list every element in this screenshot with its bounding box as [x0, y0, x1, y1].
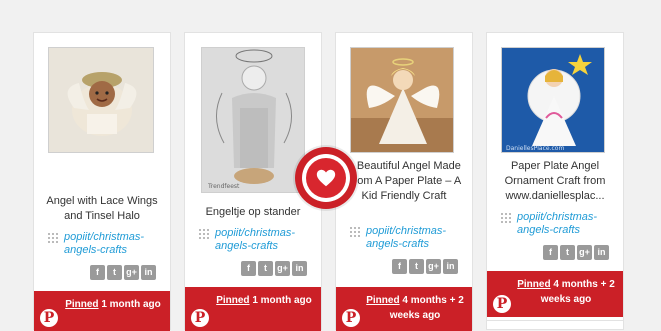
pinned-link[interactable]: Pinned — [517, 279, 550, 290]
board-grid-icon — [199, 229, 209, 239]
twitter-icon[interactable]: t — [560, 245, 575, 260]
linkedin-icon[interactable]: in — [443, 259, 458, 274]
pinned-status: Pinned 1 month ago — [62, 297, 164, 312]
pin-card: Angel with Lace Wings and Tinsel Halo po… — [33, 32, 171, 331]
svg-text:Trendfeest: Trendfeest — [207, 183, 240, 190]
pinterest-icon[interactable]: P — [493, 295, 511, 313]
social-buttons: f t g+ in — [241, 261, 307, 276]
googleplus-icon[interactable]: g+ — [577, 245, 592, 260]
pin-title[interactable]: A Beautiful Angel Made From A Paper Plat… — [344, 159, 464, 204]
pin-image[interactable] — [48, 47, 154, 153]
pinterest-icon[interactable]: P — [40, 309, 58, 327]
googleplus-icon[interactable]: g+ — [124, 265, 139, 280]
pinned-ago: 1 month ago — [252, 295, 312, 306]
svg-text:DaniellesPlace.com: DaniellesPlace.com — [506, 145, 564, 152]
pinned-link[interactable]: Pinned — [65, 299, 98, 310]
facebook-icon[interactable]: f — [543, 245, 558, 260]
board-grid-icon — [501, 213, 511, 223]
pin-title[interactable]: Paper Plate Angel Ornament Craft from ww… — [495, 159, 615, 204]
pinned-link[interactable]: Pinned — [366, 295, 399, 306]
pinned-status: Pinned 4 months + 2 weeks ago — [515, 277, 617, 307]
twitter-icon[interactable]: t — [409, 259, 424, 274]
pin-title[interactable]: Engeltje op stander — [193, 205, 313, 220]
pinned-status: Pinned 1 month ago — [213, 293, 315, 308]
heart-icon — [316, 169, 336, 187]
googleplus-icon[interactable]: g+ — [426, 259, 441, 274]
pinterest-icon[interactable]: P — [191, 309, 209, 327]
pin-card: DaniellesPlace.com Paper Plate Angel Orn… — [486, 32, 624, 330]
pinned-bar: P Pinned 4 months + 2 weeks ago — [336, 287, 472, 331]
pin-image[interactable]: Trendfeest — [201, 47, 305, 193]
pin-image[interactable]: DaniellesPlace.com — [501, 47, 605, 153]
pinned-bar: P Pinned 4 months + 2 weeks ago — [487, 271, 623, 317]
facebook-icon[interactable]: f — [392, 259, 407, 274]
pin-card-stub — [486, 320, 624, 330]
pin-title[interactable]: Angel with Lace Wings and Tinsel Halo — [42, 194, 162, 224]
facebook-icon[interactable]: f — [90, 265, 105, 280]
pinned-link[interactable]: Pinned — [216, 295, 249, 306]
board-grid-icon — [48, 233, 58, 243]
board-link[interactable]: popiit/christmas-angels-crafts — [350, 225, 468, 251]
social-buttons: f t g+ in — [543, 245, 609, 260]
pinned-ago: 1 month ago — [101, 299, 161, 310]
social-buttons: f t g+ in — [392, 259, 458, 274]
pin-image[interactable] — [350, 47, 454, 153]
board-link-text[interactable]: popiit/christmas-angels-crafts — [199, 227, 317, 253]
pinned-ago: 4 months + 2 weeks ago — [540, 279, 615, 305]
board-link-text[interactable]: popiit/christmas-angels-crafts — [48, 231, 166, 257]
social-buttons: f t g+ in — [90, 265, 156, 280]
like-button[interactable] — [295, 147, 357, 209]
pinterest-icon[interactable]: P — [342, 309, 360, 327]
googleplus-icon[interactable]: g+ — [275, 261, 290, 276]
pinned-bar: P Pinned 1 month ago — [185, 287, 321, 331]
twitter-icon[interactable]: t — [258, 261, 273, 276]
board-grid-icon — [350, 227, 360, 237]
pinned-ago: 4 months + 2 weeks ago — [389, 295, 464, 321]
board-link-text[interactable]: popiit/christmas-angels-crafts — [350, 225, 468, 251]
pinned-status: Pinned 4 months + 2 weeks ago — [364, 293, 466, 323]
board-link[interactable]: popiit/christmas-angels-crafts — [48, 231, 166, 257]
board-link[interactable]: popiit/christmas-angels-crafts — [199, 227, 317, 253]
pinned-bar: P Pinned 1 month ago — [34, 291, 170, 331]
linkedin-icon[interactable]: in — [594, 245, 609, 260]
board-link[interactable]: popiit/christmas-angels-crafts — [501, 211, 619, 237]
board-link-text[interactable]: popiit/christmas-angels-crafts — [501, 211, 619, 237]
linkedin-icon[interactable]: in — [292, 261, 307, 276]
linkedin-icon[interactable]: in — [141, 265, 156, 280]
facebook-icon[interactable]: f — [241, 261, 256, 276]
twitter-icon[interactable]: t — [107, 265, 122, 280]
